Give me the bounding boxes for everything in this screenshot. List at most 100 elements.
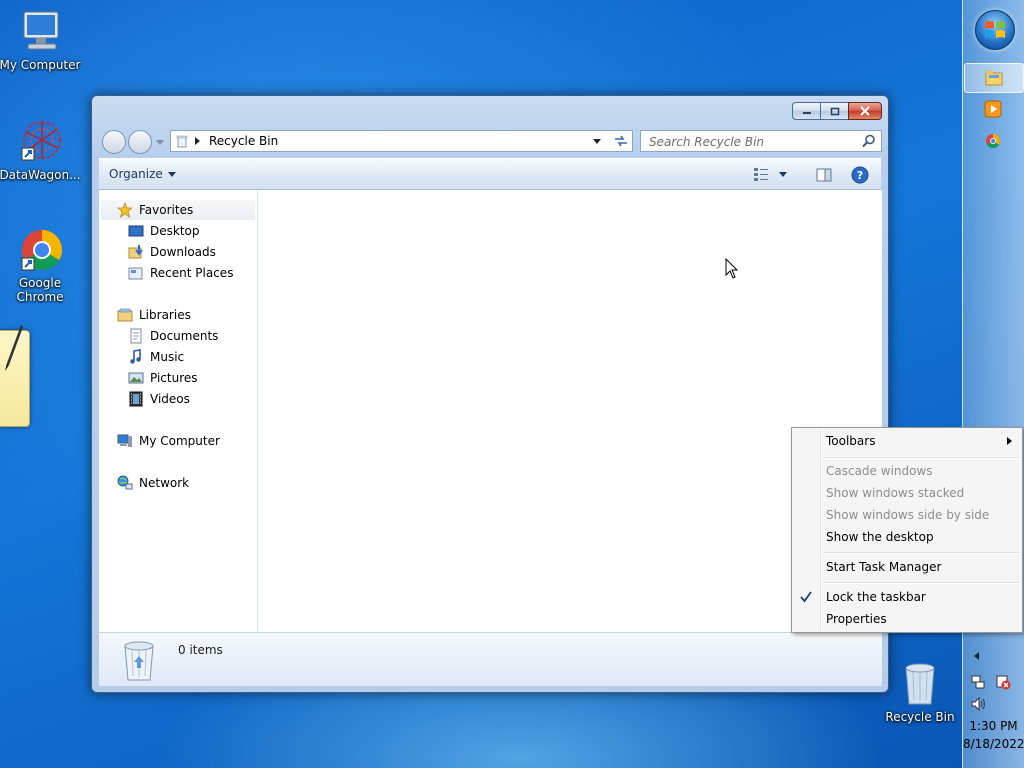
address-bar[interactable]: Recycle Bin bbox=[170, 130, 632, 152]
menu-item-label: Start Task Manager bbox=[826, 560, 942, 574]
view-options-button[interactable] bbox=[753, 166, 787, 182]
taskbar-chrome-button[interactable] bbox=[964, 127, 1022, 155]
nav-item-network[interactable]: Network bbox=[117, 473, 189, 493]
menu-separator bbox=[823, 552, 1020, 554]
minimize-button[interactable] bbox=[792, 102, 820, 120]
chevron-down-icon[interactable] bbox=[156, 140, 164, 146]
search-input[interactable] bbox=[647, 132, 861, 152]
network-icon bbox=[117, 475, 133, 490]
nav-item-music[interactable]: Music bbox=[128, 347, 184, 367]
nav-label: My Computer bbox=[139, 434, 220, 448]
taskbar-explorer-button[interactable] bbox=[964, 63, 1024, 93]
search-icon[interactable] bbox=[862, 134, 876, 148]
minimize-icon bbox=[802, 112, 811, 114]
nav-label: Music bbox=[150, 350, 185, 364]
clock-time[interactable]: 1:30 PM bbox=[963, 718, 1024, 734]
organize-label: Organize bbox=[109, 167, 163, 181]
preview-pane-icon[interactable] bbox=[816, 167, 832, 183]
desktop-icon-my-computer[interactable]: My Computer bbox=[0, 8, 83, 72]
nav-label: Pictures bbox=[150, 371, 198, 385]
refresh-button[interactable] bbox=[609, 130, 633, 152]
nav-item-pictures[interactable]: Pictures bbox=[128, 368, 198, 388]
menu-item-label: Properties bbox=[826, 612, 887, 626]
recent-places-icon bbox=[128, 267, 143, 280]
nav-label: Documents bbox=[150, 329, 219, 343]
chrome-icon bbox=[16, 226, 64, 274]
documents-icon bbox=[130, 328, 142, 344]
checkmark-icon bbox=[800, 591, 812, 603]
menu-separator bbox=[823, 457, 1020, 459]
taskbar-context-menu: Toolbars Cascade windows Show windows st… bbox=[791, 427, 1023, 633]
menu-item-show-desktop[interactable]: Show the desktop bbox=[794, 526, 1020, 548]
desktop-icon-label: Google Chrome bbox=[16, 276, 64, 304]
desktop-icon-label: DataWagon... bbox=[0, 168, 81, 182]
nav-item-libraries[interactable]: Libraries bbox=[117, 305, 191, 325]
refresh-icon bbox=[614, 135, 627, 147]
menu-item-toolbars[interactable]: Toolbars bbox=[794, 430, 1020, 452]
pictures-icon bbox=[128, 372, 144, 384]
back-button[interactable] bbox=[102, 130, 126, 154]
menu-item-label: Show the desktop bbox=[826, 530, 934, 544]
clock-date[interactable]: 8/18/2022 bbox=[963, 736, 1024, 752]
address-location[interactable]: Recycle Bin bbox=[209, 134, 278, 148]
desktop-icon-datawagon[interactable]: DataWagon... bbox=[0, 118, 83, 182]
caption-buttons bbox=[792, 102, 882, 120]
close-button[interactable] bbox=[848, 102, 882, 120]
nav-label: Network bbox=[139, 476, 190, 490]
nav-item-recent-places[interactable]: Recent Places bbox=[128, 263, 233, 283]
help-icon[interactable]: ? bbox=[851, 166, 869, 184]
chrome-icon bbox=[986, 134, 1000, 148]
chevron-down-icon bbox=[779, 171, 787, 177]
close-icon bbox=[860, 106, 870, 116]
mouse-cursor-icon bbox=[725, 258, 739, 279]
menu-item-show-windows-side-by-side: Show windows side by side bbox=[794, 504, 1020, 526]
music-icon bbox=[130, 349, 141, 364]
desktop-folder-icon bbox=[128, 225, 144, 237]
desktop-icon-label: Recycle Bin bbox=[885, 710, 955, 724]
nav-item-downloads[interactable]: Downloads bbox=[128, 242, 216, 262]
details-pane: 0 items bbox=[99, 632, 882, 686]
recycle-bin-icon bbox=[124, 641, 154, 681]
organize-button[interactable]: Organize bbox=[109, 167, 176, 181]
nav-item-desktop[interactable]: Desktop bbox=[128, 221, 200, 241]
breadcrumb-arrow-icon[interactable] bbox=[195, 137, 201, 145]
nav-label: Desktop bbox=[150, 224, 200, 238]
desktop-icon-google-chrome[interactable]: Google Chrome bbox=[0, 226, 83, 304]
nav-item-documents[interactable]: Documents bbox=[128, 326, 218, 346]
item-count: 0 items bbox=[178, 643, 223, 657]
menu-item-cascade-windows: Cascade windows bbox=[794, 460, 1020, 482]
nav-label: Videos bbox=[150, 392, 190, 406]
view-details-icon bbox=[754, 168, 768, 181]
media-player-icon bbox=[984, 100, 1002, 118]
menu-item-properties[interactable]: Properties bbox=[794, 608, 1020, 630]
address-row: Recycle Bin bbox=[100, 128, 882, 154]
taskbar-media-player-button[interactable] bbox=[964, 95, 1022, 123]
taskbar[interactable]: 1:30 PM 8/18/2022 bbox=[962, 0, 1024, 768]
menu-item-show-windows-stacked: Show windows stacked bbox=[794, 482, 1020, 504]
address-dropdown-icon[interactable] bbox=[593, 139, 601, 145]
desktop-icon-label: My Computer bbox=[0, 58, 81, 72]
nav-item-favorites[interactable]: Favorites bbox=[117, 200, 193, 220]
menu-item-lock-taskbar[interactable]: Lock the taskbar bbox=[794, 586, 1020, 608]
svg-text:?: ? bbox=[857, 169, 863, 182]
action-center-icon[interactable] bbox=[995, 674, 1011, 690]
forward-button[interactable] bbox=[128, 130, 152, 154]
nav-label: Libraries bbox=[139, 308, 191, 322]
star-icon bbox=[117, 202, 133, 218]
menu-item-start-task-manager[interactable]: Start Task Manager bbox=[794, 556, 1020, 578]
chevron-right-icon bbox=[1007, 437, 1012, 445]
network-tray-icon[interactable] bbox=[971, 674, 987, 690]
nav-item-my-computer[interactable]: My Computer bbox=[117, 431, 220, 451]
search-box[interactable] bbox=[640, 130, 882, 152]
menu-item-label: Lock the taskbar bbox=[826, 590, 926, 604]
nav-item-videos[interactable]: Videos bbox=[128, 389, 190, 409]
pen-icon bbox=[5, 325, 23, 371]
volume-icon[interactable] bbox=[971, 697, 987, 711]
file-list-area[interactable] bbox=[258, 190, 882, 632]
recycle-bin-icon bbox=[896, 660, 944, 708]
show-hidden-icons-icon[interactable] bbox=[973, 651, 981, 661]
start-button[interactable] bbox=[975, 10, 1015, 50]
sticky-notes-gadget[interactable] bbox=[0, 325, 30, 427]
restore-button[interactable] bbox=[820, 102, 848, 120]
desktop-icon-recycle-bin[interactable]: Recycle Bin bbox=[877, 660, 963, 724]
